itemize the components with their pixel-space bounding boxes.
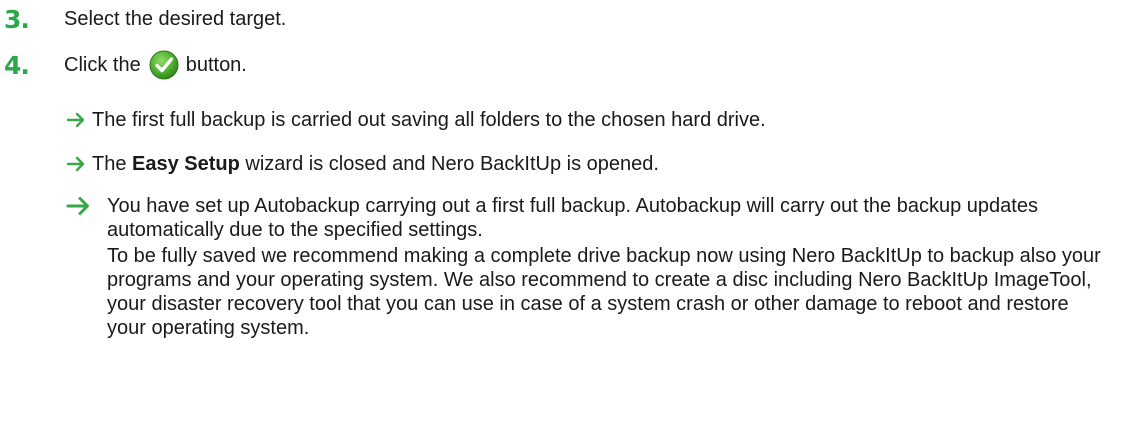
result-text-after: wizard is closed and Nero BackItUp is op… xyxy=(239,153,659,175)
arrow-right-icon xyxy=(66,194,107,340)
final-result-paragraph-1: You have set up Autobackup carrying out … xyxy=(107,195,1038,241)
step-number: 4. xyxy=(4,50,30,80)
final-result-paragraph-2: To be fully saved we recommend making a … xyxy=(107,245,1101,339)
step-4: 4. Click the button. xyxy=(4,50,247,80)
step-text: Select the desired target. xyxy=(64,8,287,30)
step-text-before: Click the xyxy=(64,53,141,76)
final-result-text: You have set up Autobackup carrying out … xyxy=(107,194,1107,340)
green-checkmark-icon xyxy=(149,50,179,80)
result-text: The Easy Setup wizard is closed and Nero… xyxy=(92,152,659,176)
step-text-after: button. xyxy=(185,53,247,76)
step-3: 3. Select the desired target. xyxy=(4,5,286,34)
arrow-right-icon xyxy=(66,152,92,176)
arrow-right-icon xyxy=(66,108,92,132)
result-text-before: The xyxy=(92,153,133,175)
final-result: You have set up Autobackup carrying out … xyxy=(66,194,1107,340)
result-item: The first full backup is carried out sav… xyxy=(66,108,766,132)
step-number: 3. xyxy=(4,5,30,34)
result-text: The first full backup is carried out sav… xyxy=(92,109,766,131)
result-item: The Easy Setup wizard is closed and Nero… xyxy=(66,152,659,176)
easy-setup-label: Easy Setup xyxy=(132,153,240,175)
step-text: Click the button. xyxy=(64,50,247,80)
